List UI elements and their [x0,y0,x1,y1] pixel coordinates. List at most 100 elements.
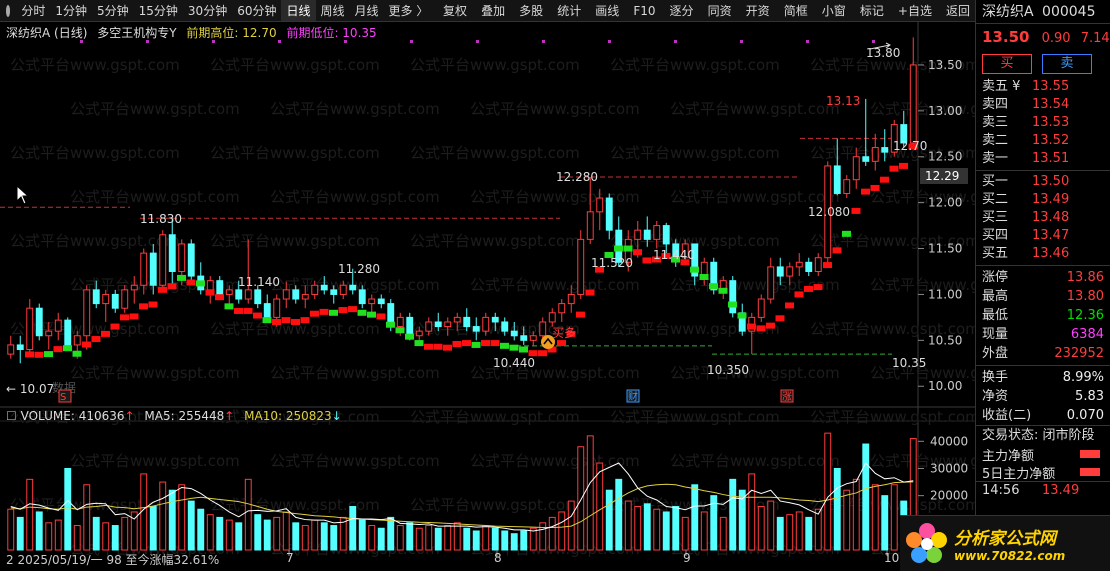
candle-body [852,156,860,181]
trend-band-segment [262,317,272,324]
volume-bar [472,530,480,551]
volume-bar [548,516,556,551]
candle-body [729,280,737,314]
candle-body [377,298,385,305]
trend-band-segment [386,321,395,328]
period-3[interactable]: 15分钟 [134,0,183,21]
watermark-text: 公式平台www.gspt.com [410,496,580,514]
candle-body [862,156,870,162]
quote-panel: 深纺织A 000045 13.50 0.90 7.14% 买 卖 卖五 ¥ 13.… [975,0,1110,571]
candle-body [662,225,670,245]
period-0[interactable]: 分时 [16,0,50,21]
period-8[interactable]: 月线 [350,0,384,21]
trend-band-segment [433,343,443,350]
trend-band-segment [243,307,253,314]
candle-body [415,330,423,337]
candle-body [653,225,661,240]
trend-band-segment [690,266,699,273]
candle-body [491,316,499,323]
candle-body [548,312,556,323]
candle-body [54,319,62,332]
price-annotation: 11.830 [140,212,182,226]
trend-band-segment [709,283,718,290]
candle-body [434,321,442,328]
row-label: 外盘 [982,346,1009,361]
candle-body [567,293,575,305]
stock-title[interactable]: 深纺织A 000045 [976,0,1110,24]
flow-row: 主力净额 [976,445,1110,464]
candle-body [501,321,509,332]
tool-button-7[interactable]: 同资 [703,0,737,21]
tool-button-8[interactable]: 开资 [741,0,775,21]
volume-bar [168,489,176,551]
candle-body [16,344,24,351]
tool-button-10[interactable]: 小窗 [817,0,851,21]
tick-time: 14:56 [982,483,1020,498]
tool-button-11[interactable]: 标记 [855,0,889,21]
volume-bar [292,522,300,551]
period-4[interactable]: 30分钟 [183,0,232,21]
tool-button-4[interactable]: 画线 [590,0,624,21]
trend-band-segment [367,311,376,318]
tool-button-13[interactable]: 返回 [941,0,975,21]
row-label: 最高 [982,289,1009,304]
price-annotation: 10.350 [707,363,749,377]
watermark-text: 公式平台www.gspt.com [470,452,640,470]
buy-signal-label: 买多 [552,326,576,340]
volume-bar [235,522,243,551]
volume-bar [643,503,651,551]
volume-bar [691,484,699,551]
trend-band-segment [889,165,899,172]
candle-body [282,289,290,300]
trend-band-segment [281,317,291,324]
watermark-text: 公式平台www.gspt.com [210,144,380,162]
trend-band-segment [794,291,804,298]
bids-row: 买五 13.46 [976,245,1110,263]
tool-button-9[interactable]: 简框 [779,0,813,21]
asks-row: 卖四 13.54 [976,96,1110,114]
watermark-text: 公式平台www.gspt.com [610,144,780,162]
trend-band-segment [329,309,338,316]
buy-button[interactable]: 买 [982,54,1032,74]
trend-band-segment [405,333,414,340]
trend-band-segment [490,340,500,347]
tool-button-5[interactable]: F10 [628,0,660,21]
watermark-text: 公式平台www.gspt.com [70,452,240,470]
volume-bar [111,525,119,551]
tool-button-0[interactable]: 复权 [438,0,472,21]
kline-chart[interactable]: 公式平台www.gspt.com 公式平台www.gspt.com 公式平台www.… [0,22,1040,571]
settings-gear-icon[interactable] [6,4,11,17]
indicator-name: 多空王机构专Y [97,26,177,40]
period-5[interactable]: 60分钟 [232,0,281,21]
tool-button-2[interactable]: 多股 [514,0,548,21]
chart-area[interactable]: 公式平台www.gspt.com 公式平台www.gspt.com 公式平台www.… [0,22,1040,571]
stats1-row: 现量 6384 [976,325,1110,344]
period-6[interactable]: 日线 [281,0,316,21]
candle-body [596,197,604,213]
watermark-text: 公式平台www.gspt.com [10,232,180,250]
period-9[interactable]: 更多 〉 [384,0,434,21]
period-7[interactable]: 周线 [316,0,350,21]
candle-body [444,321,452,328]
candle-body [539,321,547,337]
tool-button-1[interactable]: 叠加 [476,0,510,21]
trend-band-segment [205,289,215,296]
trend-band-segment [186,279,196,286]
volume-bar [795,511,803,551]
trend-band-segment [348,306,357,313]
tool-button-6[interactable]: 逐分 [665,0,699,21]
trend-band-segment [25,351,34,358]
main-chart-header: 深纺织A (日线) 多空王机构专Y 前期高位: 12.70 前期低位: 10.3… [6,24,377,41]
period-2[interactable]: 5分钟 [92,0,134,21]
trend-band-segment [576,311,585,318]
volume-bar [786,514,794,551]
candle-body [216,280,224,295]
period-1[interactable]: 1分钟 [50,0,92,21]
sell-button[interactable]: 卖 [1042,54,1092,74]
trend-band-segment [129,313,139,320]
tool-button-3[interactable]: 统计 [552,0,586,21]
trend-band-segment [832,247,842,254]
tool-button-12[interactable]: +自选 [893,0,937,21]
bid-list: 买一 13.50 买二 13.49 买三 13.48 买四 13.47 买五 13.46 [976,173,1110,263]
trend-band-segment [462,340,471,347]
